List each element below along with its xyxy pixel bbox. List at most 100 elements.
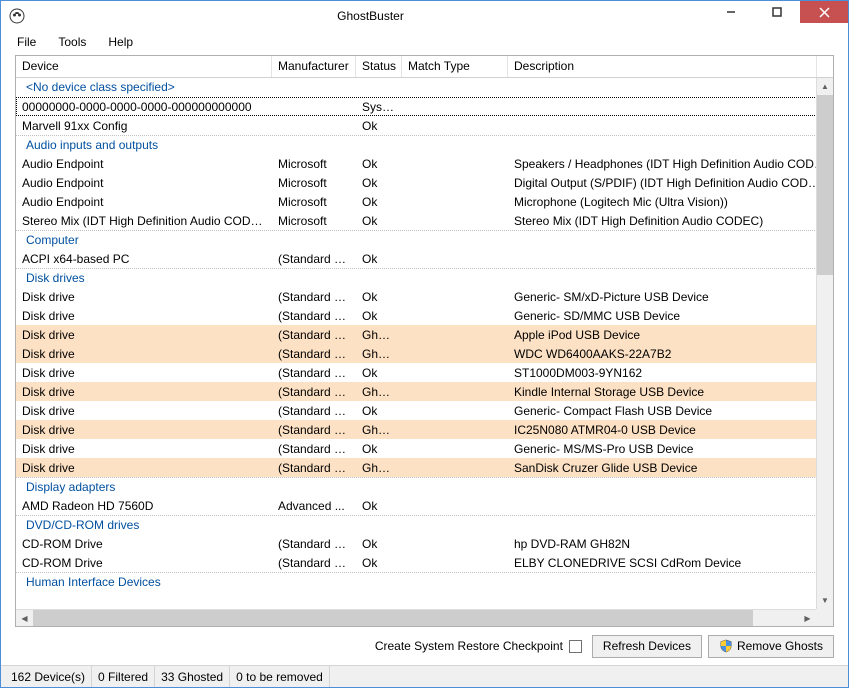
device-row[interactable]: Disk drive(Standard di...OkGeneric- MS/M…	[16, 439, 833, 458]
device-row[interactable]: Disk drive(Standard di...GhostedKindle I…	[16, 382, 833, 401]
cell-match	[402, 448, 508, 450]
cell-device: Disk drive	[16, 384, 272, 400]
maximize-button[interactable]	[754, 1, 800, 23]
device-row[interactable]: ACPI x64-based PC(Standard c...Ok	[16, 249, 833, 268]
scroll-down-button[interactable]: ▼	[817, 592, 833, 609]
cell-status: Ok	[356, 194, 402, 210]
window-controls	[708, 1, 848, 31]
device-row[interactable]: Disk drive(Standard di...GhostedSanDisk …	[16, 458, 833, 477]
cell-device: Audio Endpoint	[16, 194, 272, 210]
minimize-button[interactable]	[708, 1, 754, 23]
cell-description: SanDisk Cruzer Glide USB Device	[508, 460, 833, 476]
checkpoint-checkbox-label[interactable]: Create System Restore Checkpoint	[375, 639, 582, 653]
col-spacer	[817, 56, 833, 77]
device-row[interactable]: Disk drive(Standard di...OkGeneric- SD/M…	[16, 306, 833, 325]
refresh-button[interactable]: Refresh Devices	[592, 635, 702, 658]
menu-tools[interactable]: Tools	[48, 33, 96, 51]
cell-match	[402, 505, 508, 507]
cell-manufacturer: (Standard di...	[272, 441, 356, 457]
group-header[interactable]: Computer	[16, 230, 833, 249]
cell-description	[508, 106, 833, 108]
checkpoint-checkbox[interactable]	[569, 640, 582, 653]
cell-description: Digital Output (S/PDIF) (IDT High Defini…	[508, 175, 833, 191]
cell-description: Generic- Compact Flash USB Device	[508, 403, 833, 419]
cell-manufacturer: (Standard C...	[272, 536, 356, 552]
cell-description: WDC WD6400AAKS-22A7B2	[508, 346, 833, 362]
cell-status: Ghosted	[356, 346, 402, 362]
device-row[interactable]: CD-ROM Drive(Standard C...Okhp DVD-RAM G…	[16, 534, 833, 553]
col-status[interactable]: Status	[356, 56, 402, 77]
cell-device: Disk drive	[16, 289, 272, 305]
cell-description	[508, 125, 833, 127]
cell-match	[402, 220, 508, 222]
device-row[interactable]: Disk drive(Standard di...GhostedWDC WD64…	[16, 344, 833, 363]
device-row[interactable]: Stereo Mix (IDT High Definition Audio CO…	[16, 211, 833, 230]
hscroll-thumb[interactable]	[33, 610, 753, 626]
cell-status: Ghosted	[356, 422, 402, 438]
col-device[interactable]: Device	[16, 56, 272, 77]
device-row[interactable]: AMD Radeon HD 7560DAdvanced ...Ok	[16, 496, 833, 515]
cell-match	[402, 391, 508, 393]
cell-manufacturer: (Standard di...	[272, 327, 356, 343]
vertical-scrollbar[interactable]: ▲ ▼	[816, 78, 833, 609]
cell-description: Apple iPod USB Device	[508, 327, 833, 343]
status-devices: 162 Device(s)	[5, 666, 92, 687]
col-description[interactable]: Description	[508, 56, 817, 77]
cell-manufacturer: (Standard di...	[272, 308, 356, 324]
group-header[interactable]: Disk drives	[16, 268, 833, 287]
device-row[interactable]: CD-ROM Drive(Standard C...OkELBY CLONEDR…	[16, 553, 833, 572]
cell-device: Disk drive	[16, 422, 272, 438]
cell-match	[402, 410, 508, 412]
cell-status: Ghosted	[356, 384, 402, 400]
group-header[interactable]: <No device class specified>	[16, 78, 833, 97]
cell-manufacturer: (Standard di...	[272, 289, 356, 305]
cell-match	[402, 201, 508, 203]
status-toremove: 0 to be removed	[230, 666, 330, 687]
device-row[interactable]: Marvell 91xx ConfigOk	[16, 116, 833, 135]
menu-help[interactable]: Help	[98, 33, 143, 51]
scroll-up-button[interactable]: ▲	[817, 78, 833, 95]
titlebar[interactable]: GhostBuster	[1, 1, 848, 31]
menu-file[interactable]: File	[7, 33, 46, 51]
cell-description: Generic- SD/MMC USB Device	[508, 308, 833, 324]
group-header[interactable]: Human Interface Devices	[16, 572, 833, 591]
cell-manufacturer: Microsoft	[272, 213, 356, 229]
close-button[interactable]	[800, 1, 848, 23]
device-row[interactable]: Disk drive(Standard di...GhostedApple iP…	[16, 325, 833, 344]
device-row[interactable]: 00000000-0000-0000-0000-000000000000Syst…	[16, 97, 833, 116]
device-row[interactable]: Audio EndpointMicrosoftOkMicrophone (Log…	[16, 192, 833, 211]
scroll-corner	[816, 609, 833, 626]
uac-shield-icon	[719, 639, 733, 653]
cell-status: Ok	[356, 118, 402, 134]
group-header[interactable]: Display adapters	[16, 477, 833, 496]
group-header[interactable]: DVD/CD-ROM drives	[16, 515, 833, 534]
remove-ghosts-button[interactable]: Remove Ghosts	[708, 635, 834, 658]
cell-manufacturer	[272, 106, 356, 108]
cell-manufacturer	[272, 125, 356, 127]
cell-device: Disk drive	[16, 308, 272, 324]
cell-device: Disk drive	[16, 327, 272, 343]
status-spacer	[330, 666, 844, 687]
cell-description: Kindle Internal Storage USB Device	[508, 384, 833, 400]
device-row[interactable]: Audio EndpointMicrosoftOkDigital Output …	[16, 173, 833, 192]
device-row[interactable]: Disk drive(Standard di...OkST1000DM003-9…	[16, 363, 833, 382]
col-match-type[interactable]: Match Type	[402, 56, 508, 77]
cell-manufacturer: (Standard di...	[272, 422, 356, 438]
cell-status: Ok	[356, 498, 402, 514]
horizontal-scrollbar[interactable]: ◀ ▶	[16, 609, 816, 626]
device-row[interactable]: Audio EndpointMicrosoftOkSpeakers / Head…	[16, 154, 833, 173]
device-row[interactable]: Disk drive(Standard di...GhostedIC25N080…	[16, 420, 833, 439]
vscroll-thumb[interactable]	[817, 95, 833, 275]
cell-description: Generic- MS/MS-Pro USB Device	[508, 441, 833, 457]
device-row[interactable]: Disk drive(Standard di...OkGeneric- SM/x…	[16, 287, 833, 306]
col-manufacturer[interactable]: Manufacturer	[272, 56, 356, 77]
cell-device: Disk drive	[16, 346, 272, 362]
cell-match	[402, 543, 508, 545]
scroll-left-button[interactable]: ◀	[16, 610, 33, 626]
cell-manufacturer: (Standard di...	[272, 403, 356, 419]
cell-match	[402, 106, 508, 108]
device-row[interactable]: Disk drive(Standard di...OkGeneric- Comp…	[16, 401, 833, 420]
group-header[interactable]: Audio inputs and outputs	[16, 135, 833, 154]
cell-description: ELBY CLONEDRIVE SCSI CdRom Device	[508, 555, 833, 571]
scroll-right-button[interactable]: ▶	[799, 610, 816, 626]
